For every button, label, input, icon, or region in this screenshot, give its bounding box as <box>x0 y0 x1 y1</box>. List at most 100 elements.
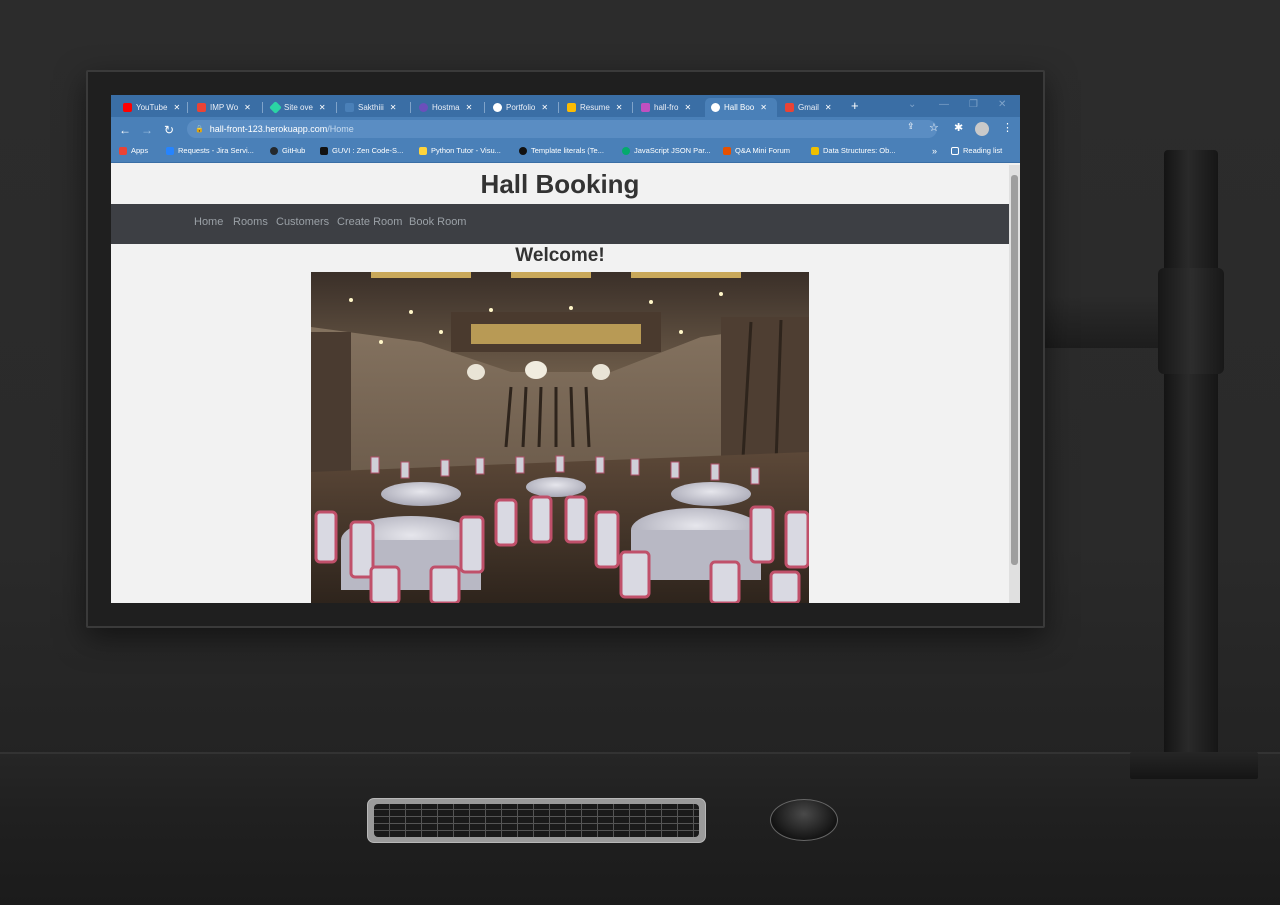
bookmark-label: Apps <box>131 146 149 155</box>
avatar[interactable] <box>975 122 989 136</box>
tab-label: hall-fro <box>654 103 679 112</box>
close-icon[interactable]: ✕ <box>541 103 548 112</box>
back-icon[interactable]: ← <box>114 123 136 137</box>
bookmark-json-parse[interactable]: JavaScript JSON Par... <box>622 146 711 155</box>
menu-icon[interactable]: ⋮ <box>1002 121 1013 134</box>
tab-label: Site ove <box>284 103 313 112</box>
google-drive-icon <box>567 103 576 112</box>
bookmark-apps[interactable]: Apps <box>119 146 148 155</box>
reload-icon[interactable]: ↻ <box>158 123 180 137</box>
nav-home[interactable]: Home <box>194 216 223 228</box>
tab-portfolio[interactable]: Portfolio ✕ <box>487 98 555 117</box>
bookmark-guvi[interactable]: GUVI : Zen Code-S... <box>320 146 403 155</box>
monitor-stand-base <box>1130 752 1258 779</box>
hostman-icon <box>419 103 428 112</box>
tab-label: Hostma <box>432 103 460 112</box>
scrollbar-thumb[interactable] <box>1011 175 1018 565</box>
reading-list-button[interactable]: Reading list <box>951 146 1002 155</box>
tab-youtube[interactable]: YouTube ✕ <box>117 98 185 117</box>
reading-list-icon <box>951 146 959 155</box>
keyboard-keys <box>374 804 699 837</box>
close-icon[interactable]: ✕ <box>244 103 251 112</box>
bookmark-label: Data Structures: Ob... <box>823 146 896 155</box>
tab-hall-booking[interactable]: Hall Boo ✕ <box>705 98 777 117</box>
site-title: Hall Booking <box>480 169 640 199</box>
nav-create-room[interactable]: Create Room <box>337 216 402 228</box>
address-bar[interactable]: 🔒 hall-front-123.herokuapp.com/Home <box>187 120 937 138</box>
close-window-icon[interactable]: ✕ <box>998 99 1006 110</box>
tab-site-overview[interactable]: Site ove ✕ <box>265 98 333 117</box>
tab-hall-front[interactable]: hall-fro ✕ <box>635 98 703 117</box>
close-icon[interactable]: ✕ <box>684 103 691 112</box>
nav-customers[interactable]: Customers <box>276 216 329 228</box>
tab-label: Resume <box>580 103 610 112</box>
close-icon[interactable]: ✕ <box>390 103 397 112</box>
welcome-heading: Welcome! <box>515 245 605 266</box>
youtube-icon <box>123 103 132 112</box>
tab-label: Hall Boo <box>724 103 755 112</box>
monitor-arm-clamp <box>1158 268 1224 374</box>
reading-list-label: Reading list <box>963 146 1003 155</box>
close-icon[interactable]: ✕ <box>319 103 326 112</box>
bookmark-github[interactable]: GitHub <box>270 146 305 155</box>
nav-book-room[interactable]: Book Room <box>409 216 466 228</box>
close-icon[interactable]: ✕ <box>173 103 180 112</box>
bookmark-qa-forum[interactable]: Q&A Mini Forum <box>723 146 790 155</box>
bookmark-label: GUVI : Zen Code-S... <box>332 146 404 155</box>
desk-edge <box>0 752 1280 754</box>
python-icon <box>419 146 427 155</box>
tab-imp[interactable]: IMP Wo ✕ <box>191 98 259 117</box>
bookmarks-overflow[interactable]: » <box>932 146 937 156</box>
netlify-icon <box>269 101 282 114</box>
extensions-icon[interactable]: ✱ <box>954 121 963 134</box>
js-icon <box>811 146 819 155</box>
guvi-icon <box>320 146 328 155</box>
bookmark-python-tutor[interactable]: Python Tutor - Visu... <box>419 146 501 155</box>
nav-rooms[interactable]: Rooms <box>233 216 268 228</box>
share-icon[interactable]: ⇪ <box>907 121 915 132</box>
site-navbar: Home Rooms Customers Create Room Book Ro… <box>111 204 1009 244</box>
page-scrollbar[interactable] <box>1009 165 1020 603</box>
jira-icon <box>166 146 174 155</box>
bookmark-template-literals[interactable]: Template literals (Te... <box>519 146 604 155</box>
tab-search-icon[interactable]: ⌄ <box>908 99 916 110</box>
gmail-icon <box>785 103 794 112</box>
keyboard <box>367 798 706 843</box>
bookmark-label: Python Tutor - Visu... <box>431 146 501 155</box>
bookmark-label: Requests - Jira Servi... <box>178 146 254 155</box>
forum-icon <box>723 146 731 155</box>
apps-grid-icon <box>119 146 127 155</box>
bookmark-jira[interactable]: Requests - Jira Servi... <box>166 146 254 155</box>
bookmark-label: GitHub <box>282 146 306 155</box>
bookmark-data-structures[interactable]: Data Structures: Ob... <box>811 146 896 155</box>
tab-hostman[interactable]: Hostma ✕ <box>413 98 481 117</box>
tab-gmail[interactable]: Gmail ✕ <box>779 98 845 117</box>
github-icon <box>270 146 278 155</box>
github-icon <box>345 103 354 112</box>
tab-sakthi[interactable]: Sakthiii ✕ <box>339 98 407 117</box>
close-icon[interactable]: ✕ <box>760 103 767 112</box>
page-viewport: Hall Booking Home Rooms Customers Create… <box>111 165 1009 603</box>
tab-label: YouTube <box>136 103 168 112</box>
forward-icon[interactable]: → <box>136 123 158 137</box>
new-tab-button[interactable]: + <box>851 98 859 113</box>
globe-icon <box>493 103 502 112</box>
monitor-screen: YouTube ✕ IMP Wo ✕ Site ove ✕ Sakthiii ✕… <box>111 95 1020 603</box>
mdn-icon <box>519 146 527 155</box>
monitor-arm <box>1045 296 1170 348</box>
tab-label: Sakthiii <box>358 103 384 112</box>
url-path: /Home <box>327 124 354 134</box>
bookmark-star-icon[interactable]: ☆ <box>929 121 939 134</box>
close-icon[interactable]: ✕ <box>825 103 832 112</box>
monitor-stand-pole <box>1164 150 1218 765</box>
bookmark-label: Template literals (Te... <box>531 146 604 155</box>
globe-icon <box>711 103 720 112</box>
restore-icon[interactable]: ❐ <box>969 99 978 110</box>
tab-resume[interactable]: Resume ✕ <box>561 98 629 117</box>
lock-icon: 🔒 <box>195 126 204 133</box>
close-icon[interactable]: ✕ <box>616 103 623 112</box>
close-icon[interactable]: ✕ <box>466 103 473 112</box>
tab-strip: YouTube ✕ IMP Wo ✕ Site ove ✕ Sakthiii ✕… <box>111 95 1020 117</box>
minimize-icon[interactable]: — <box>939 99 949 110</box>
tab-label: Gmail <box>798 103 819 112</box>
